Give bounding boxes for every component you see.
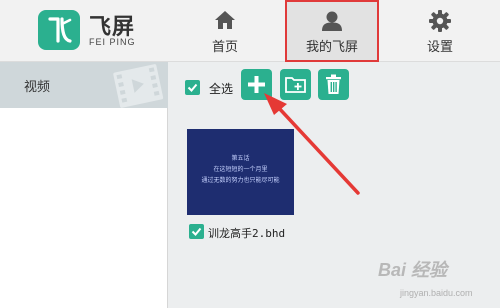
logo-icon bbox=[48, 17, 72, 43]
file-name: 训龙高手2.bhd bbox=[208, 227, 286, 240]
home-icon bbox=[215, 11, 235, 29]
watermark-url: jingyan.baidu.com bbox=[400, 288, 473, 298]
thumbnail-caption: 第五话 bbox=[231, 155, 250, 162]
user-icon bbox=[322, 11, 342, 31]
check-icon bbox=[191, 227, 202, 236]
select-all-checkbox[interactable] bbox=[185, 80, 200, 95]
add-button[interactable] bbox=[241, 69, 272, 100]
video-thumbnail[interactable]: 第五话 在这短短的一个月里 通过无数的努力也只能尽可能 bbox=[187, 129, 294, 215]
trash-icon bbox=[326, 74, 341, 94]
app-window: 飞屏 FEI PING 首页 我的飞屏 设置 视频 全选 第五话 在这短短的一个… bbox=[0, 0, 500, 308]
sidebar-item-video[interactable]: 视频 bbox=[0, 62, 168, 108]
nav-my-feiping[interactable]: 我的飞屏 bbox=[285, 0, 379, 62]
nav-settings[interactable]: 设置 bbox=[405, 0, 475, 62]
nav-home-label: 首页 bbox=[211, 40, 238, 55]
nav-home[interactable]: 首页 bbox=[190, 0, 260, 62]
folder-add-icon bbox=[285, 77, 306, 93]
new-folder-button[interactable] bbox=[280, 69, 311, 100]
gear-icon bbox=[429, 10, 451, 32]
app-logo bbox=[38, 10, 80, 50]
watermark-logo: Bai 经验 bbox=[378, 260, 448, 280]
nav-my-feiping-label: 我的飞屏 bbox=[305, 40, 358, 55]
sidebar-item-label: 视频 bbox=[24, 80, 51, 95]
nav-settings-label: 设置 bbox=[426, 40, 453, 55]
sidebar: 视频 bbox=[0, 62, 168, 308]
select-all-label: 全选 bbox=[209, 82, 234, 96]
check-icon bbox=[187, 83, 198, 92]
brand-subtitle: FEI PING bbox=[89, 37, 136, 47]
thumbnail-caption: 在这短短的一个月里 bbox=[213, 166, 268, 173]
plus-icon bbox=[248, 76, 265, 93]
toolbar: 全选 bbox=[169, 62, 500, 112]
film-icon bbox=[113, 64, 164, 108]
thumbnail-caption: 通过无数的努力也只能尽可能 bbox=[201, 177, 280, 184]
header-bar: 飞屏 FEI PING 首页 我的飞屏 设置 bbox=[0, 0, 500, 62]
file-checkbox[interactable] bbox=[189, 224, 204, 239]
delete-button[interactable] bbox=[318, 69, 349, 100]
